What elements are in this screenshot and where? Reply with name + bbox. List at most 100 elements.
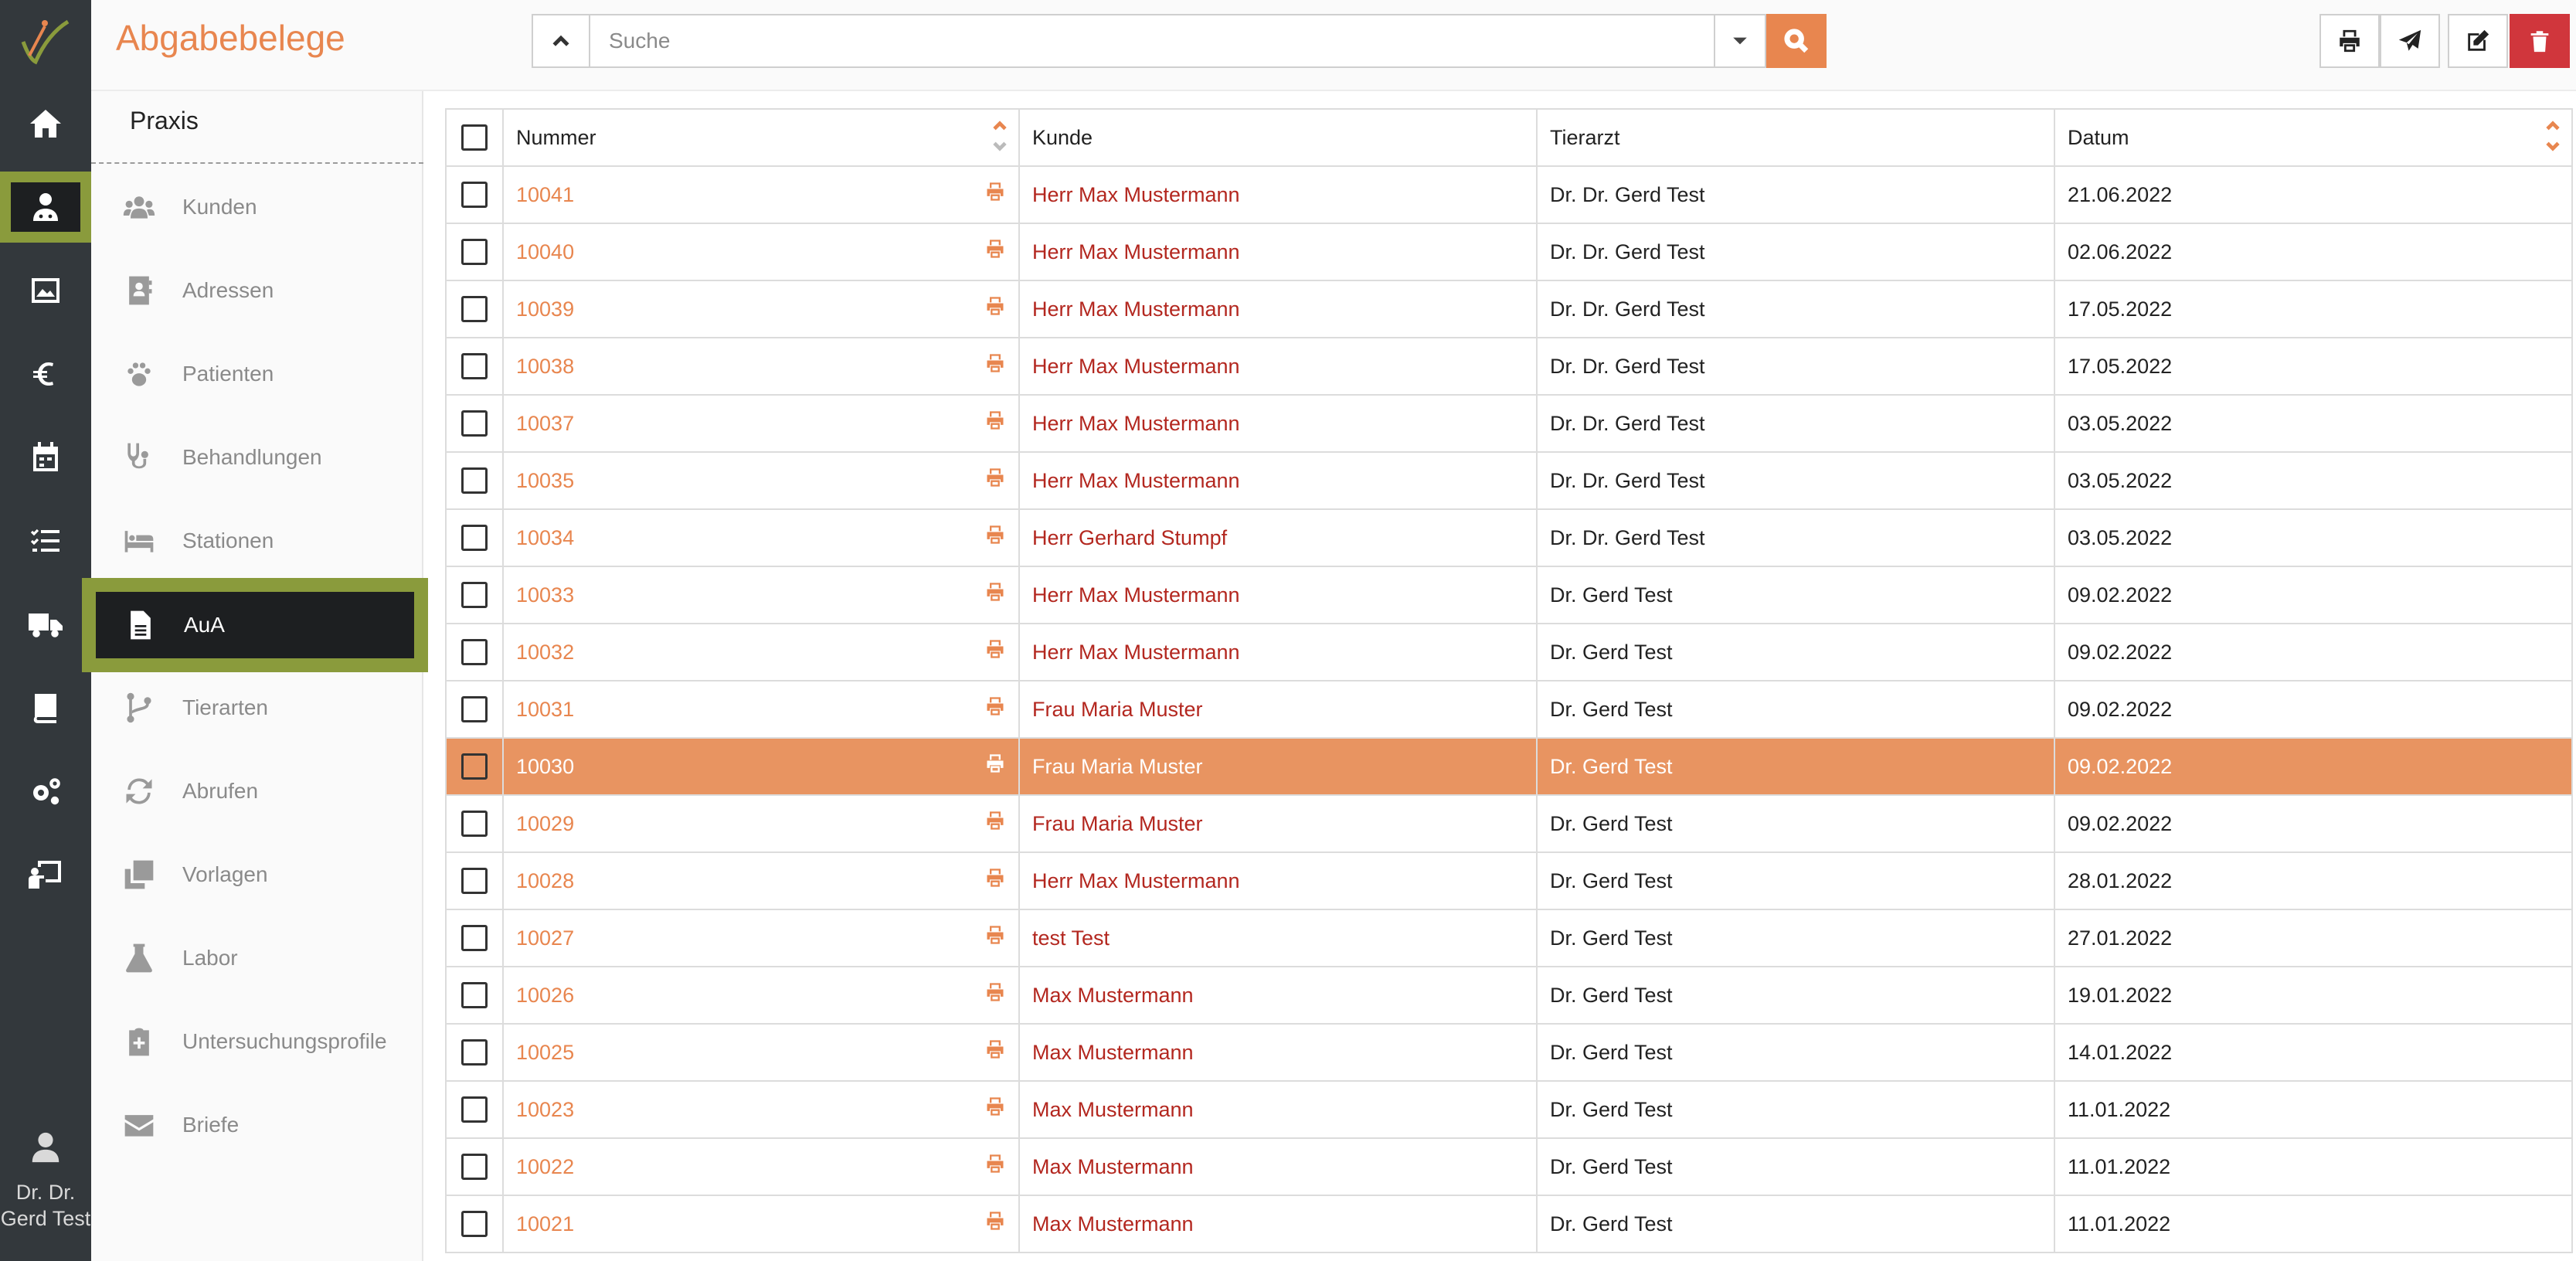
cell-kunde[interactable]: Herr Max Mustermann — [1018, 223, 1538, 281]
customer-name[interactable]: Herr Max Mustermann — [1032, 355, 1240, 378]
table-row[interactable]: 10029 Frau Maria Muster Dr. Gerd Test 09.02… — [445, 794, 2573, 853]
cell-nummer[interactable]: 10040 — [502, 223, 1020, 281]
cell-nummer[interactable]: 10029 — [502, 794, 1020, 853]
receipt-number[interactable]: 10030 — [516, 755, 574, 778]
cell-nummer[interactable]: 10030 — [502, 737, 1020, 796]
print-icon[interactable] — [984, 638, 1006, 660]
cell-kunde[interactable]: test Test — [1018, 909, 1538, 967]
receipt-number[interactable]: 10025 — [516, 1041, 574, 1064]
customer-name[interactable]: Max Mustermann — [1032, 1212, 1194, 1236]
row-checkbox[interactable] — [461, 182, 488, 208]
rail-calendar[interactable] — [0, 422, 91, 493]
nav-item-untersuchungsprofile[interactable]: Untersuchungsprofile — [91, 1000, 423, 1083]
cell-kunde[interactable]: Herr Max Mustermann — [1018, 851, 1538, 910]
receipt-number[interactable]: 10033 — [516, 583, 574, 607]
receipt-number[interactable]: 10028 — [516, 869, 574, 892]
cell-kunde[interactable]: Frau Maria Muster — [1018, 680, 1538, 739]
receipt-number[interactable]: 10027 — [516, 926, 574, 950]
customer-name[interactable]: test Test — [1032, 926, 1110, 950]
table-row[interactable]: 10025 Max Mustermann Dr. Gerd Test 14.01.20… — [445, 1023, 2573, 1082]
cell-kunde[interactable]: Frau Maria Muster — [1018, 737, 1538, 796]
rail-home[interactable] — [0, 88, 91, 159]
customer-name[interactable]: Max Mustermann — [1032, 1098, 1194, 1121]
print-icon[interactable] — [984, 695, 1006, 717]
print-icon[interactable] — [984, 410, 1006, 431]
rail-board[interactable] — [0, 839, 91, 910]
print-icon[interactable] — [984, 1210, 1006, 1232]
nav-item-stationen[interactable]: Stationen — [91, 499, 423, 583]
search-dropdown-button[interactable] — [1715, 14, 1766, 68]
row-checkbox[interactable] — [461, 467, 488, 494]
cell-kunde[interactable]: Max Mustermann — [1018, 1137, 1538, 1196]
print-icon[interactable] — [984, 295, 1006, 317]
table-row[interactable]: 10035 Herr Max Mustermann Dr. Dr. Gerd Tes… — [445, 451, 2573, 510]
row-checkbox[interactable] — [461, 753, 488, 780]
rail-book[interactable] — [0, 672, 91, 743]
receipt-number[interactable]: 10040 — [516, 240, 574, 263]
table-row[interactable]: 10021 Max Mustermann Dr. Gerd Test 11.01.20… — [445, 1195, 2573, 1253]
customer-name[interactable]: Frau Maria Muster — [1032, 812, 1203, 835]
table-row[interactable]: 10027 test Test Dr. Gerd Test 27.01.2022 — [445, 909, 2573, 967]
collapse-button[interactable] — [532, 14, 590, 68]
nav-item-vorlagen[interactable]: Vorlagen — [91, 833, 423, 916]
row-checkbox[interactable] — [461, 811, 488, 837]
cell-nummer[interactable]: 10035 — [502, 451, 1020, 510]
customer-name[interactable]: Herr Gerhard Stumpf — [1032, 526, 1227, 549]
receipt-number[interactable]: 10035 — [516, 469, 574, 492]
rail-finance[interactable] — [0, 338, 91, 410]
row-checkbox[interactable] — [461, 1096, 488, 1123]
column-header-datum[interactable]: Datum — [2054, 108, 2573, 167]
cell-kunde[interactable]: Max Mustermann — [1018, 1195, 1538, 1253]
print-icon[interactable] — [984, 753, 1006, 774]
row-checkbox[interactable] — [461, 525, 488, 551]
nav-item-labor[interactable]: Labor — [91, 916, 423, 1000]
customer-name[interactable]: Herr Max Mustermann — [1032, 469, 1240, 492]
print-icon[interactable] — [984, 1038, 1006, 1060]
table-row[interactable]: 10026 Max Mustermann Dr. Gerd Test 19.01.20… — [445, 966, 2573, 1025]
customer-name[interactable]: Herr Max Mustermann — [1032, 183, 1240, 206]
cell-kunde[interactable]: Max Mustermann — [1018, 966, 1538, 1025]
table-row[interactable]: 10039 Herr Max Mustermann Dr. Dr. Gerd Tes… — [445, 280, 2573, 338]
search-input[interactable] — [590, 14, 1715, 68]
receipt-number[interactable]: 10021 — [516, 1212, 574, 1236]
table-row[interactable]: 10033 Herr Max Mustermann Dr. Gerd Test 09.… — [445, 566, 2573, 624]
row-checkbox[interactable] — [461, 239, 488, 265]
table-row[interactable]: 10040 Herr Max Mustermann Dr. Dr. Gerd Tes… — [445, 223, 2573, 281]
customer-name[interactable]: Max Mustermann — [1032, 1155, 1194, 1178]
cell-nummer[interactable]: 10031 — [502, 680, 1020, 739]
row-checkbox[interactable] — [461, 296, 488, 322]
cell-kunde[interactable]: Herr Max Mustermann — [1018, 623, 1538, 681]
cell-kunde[interactable]: Max Mustermann — [1018, 1023, 1538, 1082]
cell-nummer[interactable]: 10022 — [502, 1137, 1020, 1196]
cell-nummer[interactable]: 10034 — [502, 508, 1020, 567]
customer-name[interactable]: Frau Maria Muster — [1032, 698, 1203, 721]
cell-kunde[interactable]: Herr Max Mustermann — [1018, 165, 1538, 224]
search-button[interactable] — [1766, 14, 1827, 68]
table-row[interactable]: 10037 Herr Max Mustermann Dr. Dr. Gerd Tes… — [445, 394, 2573, 453]
row-checkbox[interactable] — [461, 1154, 488, 1180]
customer-name[interactable]: Herr Max Mustermann — [1032, 412, 1240, 435]
receipt-number[interactable]: 10023 — [516, 1098, 574, 1121]
customer-name[interactable]: Max Mustermann — [1032, 984, 1194, 1007]
row-checkbox[interactable] — [461, 925, 488, 951]
nav-item-kunden[interactable]: Kunden — [91, 165, 423, 249]
receipt-number[interactable]: 10034 — [516, 526, 574, 549]
send-button[interactable] — [2380, 14, 2440, 68]
table-row[interactable]: 10032 Herr Max Mustermann Dr. Gerd Test 09.… — [445, 623, 2573, 681]
nav-item-abrufen[interactable]: Abrufen — [91, 749, 423, 833]
select-all-checkbox[interactable] — [461, 124, 488, 151]
print-icon[interactable] — [984, 867, 1006, 889]
print-icon[interactable] — [984, 238, 1006, 260]
cell-nummer[interactable]: 10028 — [502, 851, 1020, 910]
cell-nummer[interactable]: 10032 — [502, 623, 1020, 681]
cell-kunde[interactable]: Herr Max Mustermann — [1018, 280, 1538, 338]
cell-nummer[interactable]: 10025 — [502, 1023, 1020, 1082]
cell-nummer[interactable]: 10041 — [502, 165, 1020, 224]
print-button[interactable] — [2319, 14, 2380, 68]
cell-kunde[interactable]: Herr Max Mustermann — [1018, 566, 1538, 624]
nav-item-behandlungen[interactable]: Behandlungen — [91, 416, 423, 499]
cell-kunde[interactable]: Herr Max Mustermann — [1018, 394, 1538, 453]
delete-button[interactable] — [2510, 14, 2570, 68]
cell-kunde[interactable]: Herr Max Mustermann — [1018, 451, 1538, 510]
column-header-tierarzt[interactable]: Tierarzt — [1536, 108, 2055, 167]
